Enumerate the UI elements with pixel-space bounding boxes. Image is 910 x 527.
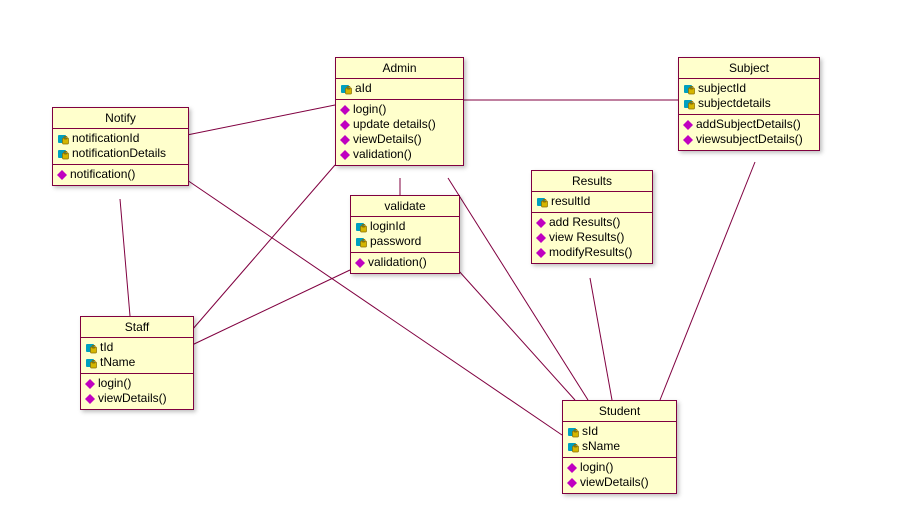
attribute-row: password: [355, 234, 455, 249]
attribute-icon: [57, 133, 69, 145]
operation-row: viewDetails(): [567, 475, 672, 490]
class-title: Subject: [679, 58, 819, 79]
operations: addSubjectDetails() viewsubjectDetails(): [679, 115, 819, 150]
attribute-icon: [355, 221, 367, 233]
operation-icon: [683, 135, 693, 145]
class-student[interactable]: Student sId sName login() viewDetails(): [562, 400, 677, 494]
class-title: validate: [351, 196, 459, 217]
operation-row: viewDetails(): [85, 391, 189, 406]
attributes: aId: [336, 79, 463, 100]
operation-row: view Results(): [536, 230, 648, 245]
attribute-row: sName: [567, 439, 672, 454]
attribute-row: notificationId: [57, 131, 184, 146]
operation-icon: [355, 258, 365, 268]
attribute-icon: [355, 236, 367, 248]
operation-row: login(): [85, 376, 189, 391]
attribute-row: aId: [340, 81, 459, 96]
attributes: resultId: [532, 192, 652, 213]
operation-row: validation(): [340, 147, 459, 162]
attribute-icon: [85, 357, 97, 369]
operation-icon: [340, 150, 350, 160]
operation-row: modifyResults(): [536, 245, 648, 260]
attribute-icon: [683, 98, 695, 110]
class-subject[interactable]: Subject subjectId subjectdetails addSubj…: [678, 57, 820, 151]
class-title: Admin: [336, 58, 463, 79]
operation-row: validation(): [355, 255, 455, 270]
attribute-icon: [567, 426, 579, 438]
attribute-row: sId: [567, 424, 672, 439]
attribute-row: subjectdetails: [683, 96, 815, 111]
operation-row: addSubjectDetails(): [683, 117, 815, 132]
operation-row: login(): [340, 102, 459, 117]
operation-icon: [85, 394, 95, 404]
operation-icon: [340, 105, 350, 115]
operations: login() update details() viewDetails() v…: [336, 100, 463, 165]
attributes: sId sName: [563, 422, 676, 458]
attribute-icon: [683, 83, 695, 95]
operation-row: login(): [567, 460, 672, 475]
attribute-icon: [536, 196, 548, 208]
class-notify[interactable]: Notify notificationId notificationDetail…: [52, 107, 189, 186]
operation-row: viewDetails(): [340, 132, 459, 147]
operation-row: add Results(): [536, 215, 648, 230]
class-results[interactable]: Results resultId add Results() view Resu…: [531, 170, 653, 264]
operation-icon: [536, 218, 546, 228]
operation-icon: [536, 233, 546, 243]
attribute-row: loginId: [355, 219, 455, 234]
attributes: subjectId subjectdetails: [679, 79, 819, 115]
operation-row: notification(): [57, 167, 184, 182]
attribute-row: tId: [85, 340, 189, 355]
operation-icon: [340, 120, 350, 130]
operation-row: viewsubjectDetails(): [683, 132, 815, 147]
operations: login() viewDetails(): [81, 374, 193, 409]
attributes: notificationId notificationDetails: [53, 129, 188, 165]
attribute-icon: [340, 83, 352, 95]
operations: login() viewDetails(): [563, 458, 676, 493]
operations: notification(): [53, 165, 188, 185]
attribute-row: notificationDetails: [57, 146, 184, 161]
class-title: Results: [532, 171, 652, 192]
attributes: tId tName: [81, 338, 193, 374]
operation-icon: [340, 135, 350, 145]
operations: validation(): [351, 253, 459, 273]
operations: add Results() view Results() modifyResul…: [532, 213, 652, 263]
attributes: loginId password: [351, 217, 459, 253]
operation-icon: [567, 478, 577, 488]
class-admin[interactable]: Admin aId login() update details() viewD…: [335, 57, 464, 166]
class-title: Student: [563, 401, 676, 422]
operation-icon: [567, 463, 577, 473]
operation-icon: [85, 379, 95, 389]
attribute-icon: [85, 342, 97, 354]
attribute-row: resultId: [536, 194, 648, 209]
operation-row: update details(): [340, 117, 459, 132]
class-validate[interactable]: validate loginId password validation(): [350, 195, 460, 274]
operation-icon: [683, 120, 693, 130]
attribute-icon: [567, 441, 579, 453]
attribute-row: tName: [85, 355, 189, 370]
attribute-icon: [57, 148, 69, 160]
class-staff[interactable]: Staff tId tName login() viewDetails(): [80, 316, 194, 410]
operation-icon: [536, 248, 546, 258]
class-title: Staff: [81, 317, 193, 338]
class-title: Notify: [53, 108, 188, 129]
operation-icon: [57, 170, 67, 180]
attribute-row: subjectId: [683, 81, 815, 96]
